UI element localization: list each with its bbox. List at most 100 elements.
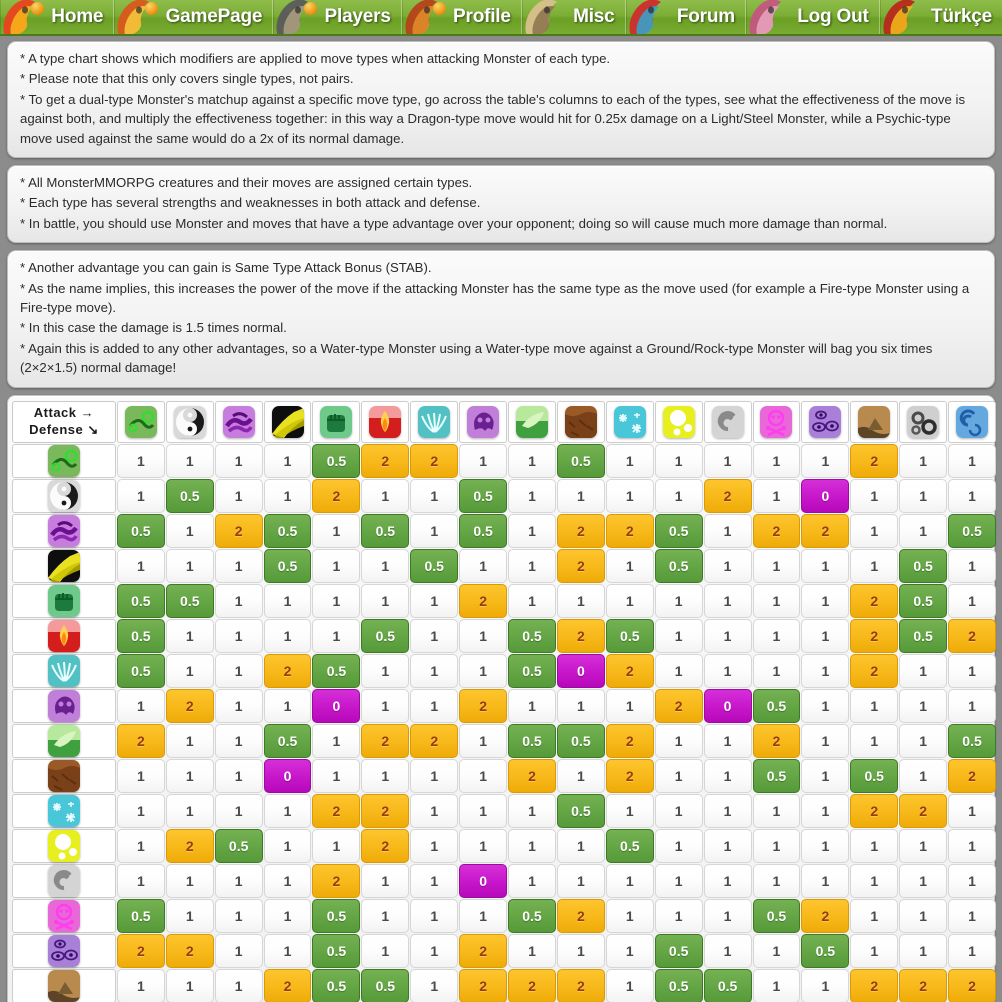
effectiveness-cell: 1 (752, 583, 801, 618)
effectiveness-cell: 0.5 (312, 898, 361, 933)
effectiveness-cell: 1 (312, 723, 361, 758)
nav-item-misc[interactable]: Misc (521, 0, 626, 34)
row-header-rock[interactable] (12, 968, 116, 1002)
nav-item-forum[interactable]: Forum (625, 0, 746, 34)
info-line: * As the name implies, this increases th… (20, 280, 970, 316)
effectiveness-cell: 0.5 (752, 758, 801, 793)
effectiveness-cell: 1 (703, 758, 752, 793)
row-header-dark[interactable] (12, 478, 116, 513)
row-header-ground[interactable] (12, 758, 116, 793)
effectiveness-cell: 1 (703, 618, 752, 653)
effectiveness-cell: 1 (703, 443, 752, 478)
effectiveness-cell: 2 (556, 618, 605, 653)
info-panels: * A type chart shows which modifiers are… (0, 36, 1002, 388)
effectiveness-cell: 1 (410, 758, 459, 793)
nav-item-profile[interactable]: Profile (401, 0, 522, 34)
column-header-steel[interactable] (899, 400, 948, 443)
effectiveness-cell: 1 (850, 548, 899, 583)
effectiveness-cell: 1 (263, 688, 312, 723)
effectiveness-cell: 1 (703, 653, 752, 688)
effectiveness-cell: 1 (361, 478, 410, 513)
row-header-ice[interactable] (12, 793, 116, 828)
column-header-grass[interactable] (508, 400, 556, 443)
effectiveness-cell: 1 (556, 933, 605, 968)
column-header-ground[interactable] (556, 400, 605, 443)
effectiveness-cell: 2 (703, 478, 752, 513)
column-header-rock[interactable] (850, 400, 899, 443)
table-row: 0.5 1 1 1 0.5 1 1 1 0.5 2 1 1 1 0.5 2 1 1 1 (12, 898, 996, 933)
column-header-light[interactable] (654, 400, 703, 443)
effectiveness-cell: 0.5 (263, 513, 312, 548)
column-header-fighting[interactable] (312, 400, 361, 443)
effectiveness-cell: 0.5 (508, 723, 556, 758)
row-header-psychic[interactable] (12, 933, 116, 968)
row-header-light[interactable] (12, 828, 116, 863)
effectiveness-cell: 2 (459, 688, 508, 723)
row-header-grass[interactable] (12, 723, 116, 758)
effectiveness-cell: 2 (165, 828, 214, 863)
column-header-electric[interactable] (263, 400, 312, 443)
row-header-fire[interactable] (12, 618, 116, 653)
row-header-dragon[interactable] (12, 513, 116, 548)
effectiveness-cell: 0.5 (654, 933, 703, 968)
column-header-fire[interactable] (361, 400, 410, 443)
effectiveness-cell: 0.5 (850, 758, 899, 793)
effectiveness-cell: 2 (850, 793, 899, 828)
electric-type-icon (271, 405, 304, 438)
effectiveness-cell: 0.5 (312, 933, 361, 968)
column-header-poison[interactable] (752, 400, 801, 443)
grass-type-icon (47, 724, 80, 757)
nav-item-label: Players (324, 6, 391, 27)
type-chart-container: Attack → Defense ↘ 1 1 1 1 0.5 2 2 1 1 0.5 1 1 1 1 1 2 1… (7, 394, 996, 1002)
effectiveness-cell: 1 (752, 828, 801, 863)
row-header-poison[interactable] (12, 898, 116, 933)
nav-item-log-out[interactable]: Log Out (745, 0, 880, 34)
nav-item-players[interactable]: Players (273, 0, 402, 34)
effectiveness-cell: 2 (605, 653, 654, 688)
effectiveness-cell: 2 (556, 548, 605, 583)
effectiveness-cell: 1 (703, 583, 752, 618)
effectiveness-cell: 1 (116, 443, 165, 478)
flying-type-icon (47, 654, 80, 687)
info-line: * Please note that this only covers sing… (20, 71, 354, 87)
column-header-normal[interactable] (703, 400, 752, 443)
column-header-ghost[interactable] (459, 400, 508, 443)
ground-type-icon (564, 405, 597, 438)
effectiveness-cell: 1 (263, 828, 312, 863)
column-header-ice[interactable] (605, 400, 654, 443)
nav-item-home[interactable]: Home (0, 0, 115, 34)
row-header-ghost[interactable] (12, 688, 116, 723)
column-header-dragon[interactable] (214, 400, 263, 443)
rock-type-icon (858, 405, 891, 438)
effectiveness-cell: 0 (312, 688, 361, 723)
effectiveness-cell: 1 (899, 478, 948, 513)
effectiveness-cell: 1 (801, 583, 850, 618)
column-header-dark[interactable] (165, 400, 214, 443)
row-header-flying[interactable] (12, 653, 116, 688)
row-header-electric[interactable] (12, 548, 116, 583)
column-header-water[interactable] (948, 400, 996, 443)
effectiveness-cell: 1 (605, 478, 654, 513)
effectiveness-cell: 0.5 (508, 653, 556, 688)
row-header-fighting[interactable] (12, 583, 116, 618)
column-header-flying[interactable] (410, 400, 459, 443)
column-header-psychic[interactable] (801, 400, 850, 443)
row-header-bug[interactable] (12, 443, 116, 478)
effectiveness-cell: 0.5 (410, 548, 459, 583)
effectiveness-cell: 0.5 (459, 513, 508, 548)
column-header-bug[interactable] (116, 400, 165, 443)
grass-type-icon (515, 405, 548, 438)
effectiveness-cell: 1 (801, 443, 850, 478)
nav-item-gamepage[interactable]: GamePage (114, 0, 274, 34)
effectiveness-cell: 1 (703, 898, 752, 933)
effectiveness-cell: 0.5 (312, 653, 361, 688)
nav-item-türkçe[interactable]: Türkçe (879, 0, 1002, 34)
effectiveness-cell: 0 (459, 863, 508, 898)
table-row: 1 2 1 1 0 1 1 2 1 1 1 2 0 0.5 1 1 1 1 (12, 688, 996, 723)
row-header-normal[interactable] (12, 863, 116, 898)
nav-item-label: Türkçe (930, 6, 993, 27)
effectiveness-cell: 2 (948, 758, 996, 793)
effectiveness-cell: 1 (410, 513, 459, 548)
effectiveness-cell: 0.5 (116, 653, 165, 688)
effectiveness-cell: 1 (752, 618, 801, 653)
